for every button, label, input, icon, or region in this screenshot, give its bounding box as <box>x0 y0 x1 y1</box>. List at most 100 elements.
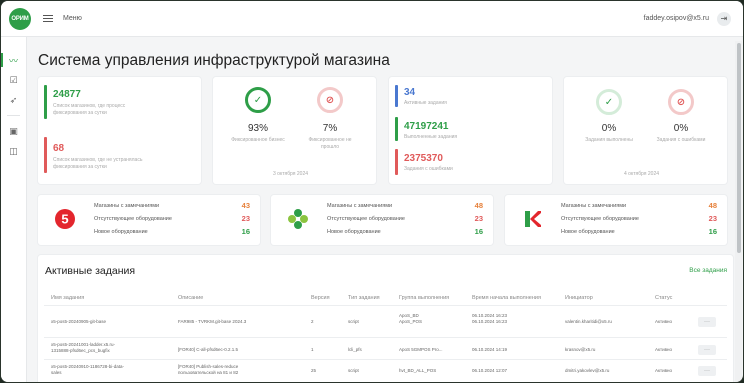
store-row-label: Новое оборудование <box>94 229 148 235</box>
status-bar <box>395 149 398 175</box>
store-row-label: Отсутствующее оборудование <box>94 216 172 222</box>
store-row-label: Отсутствующее оборудование <box>561 216 639 222</box>
row-actions-button[interactable]: ··· <box>698 345 716 355</box>
svg-text:5: 5 <box>61 212 68 227</box>
task-initiator: krasnov@x5.ru <box>565 347 596 352</box>
store-card-perekrestok[interactable]: Магазины с замечаниями 48 Отсутствующее … <box>271 195 493 245</box>
column-header[interactable]: Время начала выполнения <box>472 295 541 301</box>
task-start-time: 06.10.2024 12:07 <box>472 368 508 373</box>
percent-value: 7% <box>322 123 338 134</box>
status-bar <box>44 137 47 173</box>
stores-status-card: 24877 Список магазинов, где процесс фикс… <box>38 77 201 184</box>
task-name[interactable]: x5-pos5-20240910-1186728-bi-data- sales <box>51 364 124 376</box>
column-header[interactable]: Версия <box>311 295 330 301</box>
status-bar <box>44 85 47 119</box>
task-name[interactable]: x5-pos5-20240905-git-base <box>51 319 106 325</box>
row-actions-button[interactable]: ··· <box>698 366 716 376</box>
top-bar: ОРИМ Меню faddey.osipov@x5.ru ⇥ <box>1 1 743 37</box>
rocket-icon[interactable]: ➶ <box>1 91 26 109</box>
table-divider <box>44 359 727 360</box>
task-name[interactable]: x5-pos5-20241001-ladder.x5.ru- 1315888-p… <box>51 342 115 354</box>
stat-caption: Активные задания <box>404 100 447 106</box>
task-type: script <box>348 319 359 324</box>
user-email: faddey.osipov@x5.ru <box>643 15 709 22</box>
store-row-label: Новое оборудование <box>561 229 615 235</box>
menu-label[interactable]: Меню <box>63 15 82 22</box>
error-circle-icon: ⊘ <box>317 87 343 113</box>
task-type: lcli_pfs <box>348 347 362 352</box>
stat-value: 47197241 <box>404 121 449 132</box>
fixation-card: ✓ 93% Фиксированное бизнес ⊘ 7% Фиксиров… <box>213 77 376 184</box>
task-group: hvt_BD_ALL_POS <box>399 368 437 373</box>
check-circle-icon: ✓ <box>245 87 271 113</box>
store-row-label: Новое оборудование <box>327 229 381 235</box>
store-row-value: 48 <box>474 201 483 210</box>
column-header[interactable]: Описание <box>178 295 203 301</box>
id-card-icon[interactable]: ▣ <box>1 122 26 140</box>
tasks-percent-card: ✓ 0% Задания выполнены ⊘ 0% Задания с ош… <box>564 77 727 184</box>
task-group: ApoS 5GMPOS Pro... <box>399 347 443 352</box>
store-row-label: Магазины с замечаниями <box>94 203 160 209</box>
card-date: 3 октября 2024 <box>273 171 308 177</box>
stat-caption: Список магазинов, где процесс фиксирован… <box>53 103 126 116</box>
task-description: [FOR40] C-all-pfsd6ec-0.2.1.5 <box>178 347 239 352</box>
task-status: Активно <box>655 347 672 352</box>
stat-value: 24877 <box>53 89 81 100</box>
check-circle-icon: ✓ <box>596 89 622 115</box>
all-tasks-link[interactable]: Все задания <box>689 267 727 274</box>
column-header[interactable]: Тип задания <box>348 295 380 301</box>
store-row-value: 16 <box>241 227 250 236</box>
task-description: FAR985 - TVRKM.git-base 2024.3 <box>178 319 247 324</box>
percent-value: 0% <box>601 123 617 134</box>
tasks-title: Активные задания <box>45 265 136 277</box>
task-version: 1 <box>311 347 314 352</box>
store-row-value: 48 <box>708 201 717 210</box>
store-card-karusel[interactable]: Магазины с замечаниями 48 Отсутствующее … <box>505 195 727 245</box>
task-start-time: 06.10.2024 16:23 06.10.2024 16:23 <box>472 313 508 325</box>
chat-icon[interactable]: ◫ <box>1 142 26 160</box>
percent-caption: Задания с ошибками <box>656 137 706 143</box>
pyaterochka-logo-icon: 5 <box>55 209 75 229</box>
sidebar-divider <box>7 115 20 116</box>
store-row-value: 23 <box>708 214 717 223</box>
task-description: [FOR40] Publish-sales-reduce пользовател… <box>178 364 239 376</box>
page-title: Система управления инфраструктурой магаз… <box>38 52 390 69</box>
store-row-value: 16 <box>708 227 717 236</box>
stat-value: 68 <box>53 143 65 154</box>
karusel-logo-icon <box>525 211 541 227</box>
task-status: Активно <box>655 368 672 373</box>
task-type: script <box>348 368 359 373</box>
active-tasks-panel: Активные задания Все задания Имя задания… <box>38 255 733 382</box>
table-divider <box>44 337 727 338</box>
task-version: 25 <box>311 368 317 373</box>
store-row-label: Отсутствующее оборудование <box>327 216 405 222</box>
table-divider <box>44 305 727 306</box>
row-actions-button[interactable]: ··· <box>698 317 716 327</box>
store-row-value: 23 <box>474 214 483 223</box>
store-row-value: 23 <box>241 214 250 223</box>
column-header[interactable]: Имя задания <box>51 295 84 301</box>
store-row-value: 16 <box>474 227 483 236</box>
stat-caption: Задания с ошибками <box>404 166 453 172</box>
hamburger-menu-icon[interactable] <box>43 14 53 23</box>
column-header[interactable]: Инициатор <box>565 295 593 301</box>
task-group: ApoS_BD ApoS_POS <box>399 313 423 325</box>
app-logo[interactable]: ОРИМ <box>9 7 31 30</box>
stat-caption: Выполненные задания <box>404 134 458 140</box>
stat-value: 2375370 <box>404 153 443 164</box>
task-start-time: 06.10.2024 14:19 <box>472 347 508 352</box>
store-row-label: Магазины с замечаниями <box>327 203 393 209</box>
percent-value: 0% <box>673 123 689 134</box>
trend-icon[interactable]: 〰 <box>1 51 26 69</box>
column-header[interactable]: Статус <box>655 295 672 301</box>
error-circle-icon: ⊘ <box>668 89 694 115</box>
checklist-icon[interactable]: ☑ <box>1 71 26 89</box>
store-row-label: Магазины с замечаниями <box>561 203 627 209</box>
task-initiator: valentin.kharitidi@x5.ru <box>565 319 612 324</box>
store-card-five[interactable]: 5 Магазины с замечаниями 43 Отсутствующе… <box>38 195 260 245</box>
logout-icon[interactable]: ⇥ <box>717 11 731 26</box>
task-status: Активно <box>655 319 672 324</box>
perekrestok-logo-icon <box>288 209 308 229</box>
page-scrollbar-thumb[interactable] <box>737 43 741 253</box>
column-header[interactable]: Группа выполнения <box>399 295 449 301</box>
